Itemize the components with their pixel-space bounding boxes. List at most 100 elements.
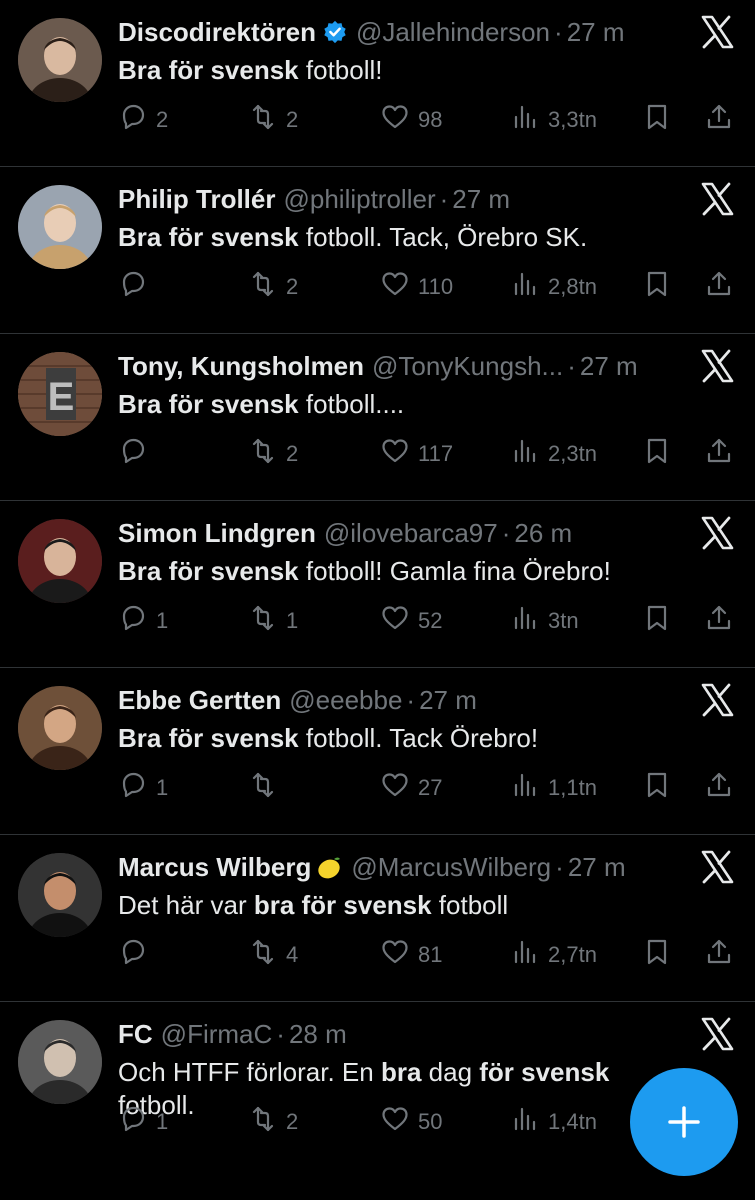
bookmark-button[interactable] xyxy=(642,770,672,806)
retweet-button[interactable] xyxy=(248,770,286,806)
retweet-icon xyxy=(248,770,278,806)
share-button[interactable] xyxy=(704,603,734,639)
reply-button[interactable] xyxy=(118,937,156,973)
retweet-button[interactable]: 2 xyxy=(248,1104,298,1140)
reply-button[interactable]: 1 xyxy=(118,603,168,639)
views-button[interactable]: 2,7tn xyxy=(510,937,597,973)
tweet-actions: 2 110 2,8tn xyxy=(118,269,738,305)
avatar[interactable] xyxy=(18,686,102,770)
reply-button[interactable]: 1 xyxy=(118,770,168,806)
tweet[interactable]: Philip Trollér @philiptroller · 27 m Bra… xyxy=(0,167,755,334)
share-button[interactable] xyxy=(704,770,734,806)
like-button[interactable]: 81 xyxy=(380,937,442,973)
timestamp[interactable]: 27 m xyxy=(419,685,477,716)
bookmark-button[interactable] xyxy=(642,937,672,973)
avatar[interactable] xyxy=(18,185,102,269)
tweet[interactable]: E Tony, Kungsholmen @TonyKungsh... · 27 … xyxy=(0,334,755,501)
retweet-count: 4 xyxy=(286,942,299,967)
author-name[interactable]: Tony, Kungsholmen xyxy=(118,351,364,382)
avatar[interactable] xyxy=(18,853,102,937)
compose-tweet-button[interactable] xyxy=(630,1068,738,1176)
author-handle[interactable]: @philiptroller xyxy=(283,184,435,215)
bookmark-button[interactable] xyxy=(642,269,672,305)
tweet[interactable]: Marcus Wilberg @MarcusWilberg · 27 m Det… xyxy=(0,835,755,1002)
reply-icon xyxy=(118,937,148,973)
timestamp[interactable]: 27 m xyxy=(452,184,510,215)
views-button[interactable]: 1,1tn xyxy=(510,770,597,806)
like-button[interactable]: 27 xyxy=(380,770,442,806)
author-name[interactable]: Discodirektören xyxy=(118,17,316,48)
author-name[interactable]: Philip Trollér xyxy=(118,184,275,215)
timestamp[interactable]: 26 m xyxy=(514,518,572,549)
share-button[interactable] xyxy=(704,102,734,138)
author-name[interactable]: Marcus Wilberg xyxy=(118,852,311,883)
bookmark-button[interactable] xyxy=(642,436,672,472)
views-button[interactable]: 2,8tn xyxy=(510,269,597,305)
tweet[interactable]: Discodirektören @Jallehinderson · 27 m B… xyxy=(0,0,755,167)
share-button[interactable] xyxy=(704,436,734,472)
like-button[interactable]: 52 xyxy=(380,603,442,639)
like-button[interactable]: 110 xyxy=(380,269,453,305)
bookmark-button[interactable] xyxy=(642,102,672,138)
views-button[interactable]: 2,3tn xyxy=(510,436,597,472)
author-handle[interactable]: @TonyKungsh... xyxy=(372,351,563,382)
reply-button[interactable] xyxy=(118,436,156,472)
author-handle[interactable]: @FirmaC xyxy=(161,1019,273,1050)
reply-button[interactable]: 2 xyxy=(118,102,168,138)
like-button[interactable]: 117 xyxy=(380,436,453,472)
tweet-text: Bra för svensk fotboll! xyxy=(118,55,383,85)
reply-icon xyxy=(118,436,148,472)
timestamp[interactable]: 27 m xyxy=(568,852,626,883)
author-name[interactable]: Ebbe Gertten xyxy=(118,685,281,716)
tweet-header: Tony, Kungsholmen @TonyKungsh... · 27 m xyxy=(118,348,665,384)
author-handle[interactable]: @eeebbe xyxy=(289,685,402,716)
bookmark-button[interactable] xyxy=(642,603,672,639)
reply-icon xyxy=(118,269,148,305)
author-handle[interactable]: @Jallehinderson xyxy=(356,17,550,48)
retweet-button[interactable]: 2 xyxy=(248,269,298,305)
author-name[interactable]: Simon Lindgren xyxy=(118,518,316,549)
avatar[interactable] xyxy=(18,18,102,102)
timestamp[interactable]: 28 m xyxy=(289,1019,347,1050)
retweet-button[interactable]: 1 xyxy=(248,603,298,639)
author-name[interactable]: FC xyxy=(118,1019,153,1050)
bookmark-icon xyxy=(642,269,672,305)
avatar[interactable]: E xyxy=(18,352,102,436)
tweet[interactable]: Simon Lindgren @ilovebarca97 · 26 m Bra … xyxy=(0,501,755,668)
reply-button[interactable]: 1 xyxy=(118,1104,168,1140)
share-button[interactable] xyxy=(704,937,734,973)
views-button[interactable]: 3tn xyxy=(510,603,579,639)
author-handle[interactable]: @ilovebarca97 xyxy=(324,518,498,549)
share-icon xyxy=(704,603,734,639)
tweet-feed: Discodirektören @Jallehinderson · 27 m B… xyxy=(0,0,755,1200)
tweet[interactable]: Ebbe Gertten @eeebbe · 27 m Bra för sven… xyxy=(0,668,755,835)
retweet-button[interactable]: 2 xyxy=(248,436,298,472)
bookmark-icon xyxy=(642,770,672,806)
view-count: 1,1tn xyxy=(548,775,597,800)
timestamp[interactable]: 27 m xyxy=(567,17,625,48)
timestamp[interactable]: 27 m xyxy=(580,351,638,382)
views-button[interactable]: 1,4tn xyxy=(510,1104,597,1140)
tweet-header: FC @FirmaC · 28 m xyxy=(118,1016,665,1052)
views-icon xyxy=(510,770,540,806)
views-button[interactable]: 3,3tn xyxy=(510,102,597,138)
avatar[interactable] xyxy=(18,519,102,603)
like-button[interactable]: 98 xyxy=(380,102,442,138)
heart-icon xyxy=(380,436,410,472)
retweet-icon xyxy=(248,937,278,973)
retweet-button[interactable]: 4 xyxy=(248,937,298,973)
retweet-count: 2 xyxy=(286,107,299,132)
view-count: 1,4tn xyxy=(548,1109,597,1134)
share-icon xyxy=(704,269,734,305)
retweet-button[interactable]: 2 xyxy=(248,102,298,138)
avatar[interactable] xyxy=(18,1020,102,1104)
like-count: 81 xyxy=(418,942,443,967)
separator-dot: · xyxy=(406,684,416,715)
author-handle[interactable]: @MarcusWilberg xyxy=(351,852,551,883)
like-button[interactable]: 50 xyxy=(380,1104,442,1140)
like-count: 27 xyxy=(418,775,443,800)
share-button[interactable] xyxy=(704,269,734,305)
bookmark-icon xyxy=(642,603,672,639)
tweet-header: Discodirektören @Jallehinderson · 27 m xyxy=(118,14,665,50)
reply-button[interactable] xyxy=(118,269,156,305)
